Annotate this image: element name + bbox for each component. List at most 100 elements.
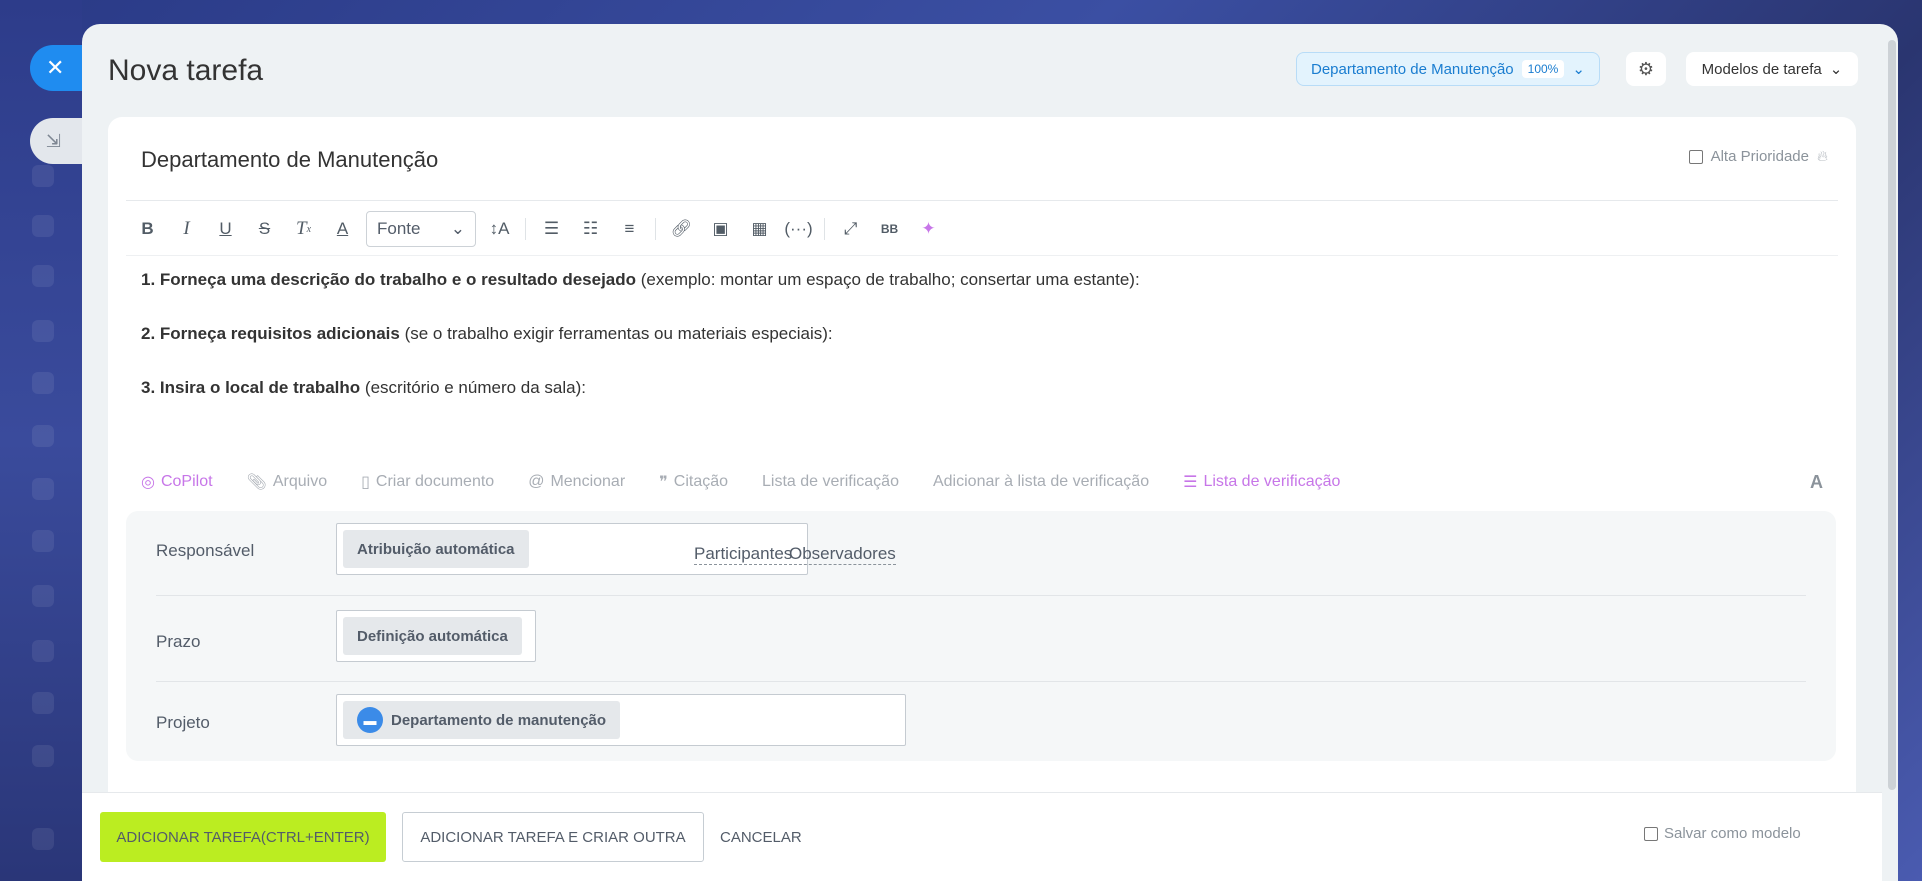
add-task-and-create-another-button[interactable]: ADICIONAR TAREFA E CRIAR OUTRA bbox=[402, 812, 704, 862]
cancel-button[interactable]: CANCELAR bbox=[720, 812, 802, 862]
sidebar-icon bbox=[32, 320, 54, 342]
sidebar-icon bbox=[32, 640, 54, 662]
task-description-editor[interactable]: 1. Forneça uma descrição do trabalho e o… bbox=[141, 269, 1140, 431]
paperclip-icon: 📎︎ bbox=[246, 474, 267, 491]
sidebar-icon bbox=[32, 478, 54, 500]
high-priority-checkbox[interactable] bbox=[1688, 149, 1703, 164]
table-button[interactable]: ▦ bbox=[740, 212, 779, 246]
close-panel-button[interactable]: ✕ bbox=[30, 45, 86, 91]
project-label: Projeto bbox=[156, 713, 210, 732]
gear-icon: ⚙ bbox=[1637, 58, 1655, 79]
row-divider bbox=[156, 595, 1806, 596]
high-priority-toggle[interactable]: Alta Prioridade 🔥︎ bbox=[1688, 148, 1828, 165]
save-as-template-label: Salvar como modelo bbox=[1664, 825, 1801, 842]
ai-image-button[interactable]: ✦ bbox=[909, 212, 948, 246]
file-button[interactable]: 📎︎ Arquivo bbox=[247, 472, 328, 492]
formatting-toggle-button[interactable]: A bbox=[1810, 472, 1823, 493]
chevron-down-icon: ⌄ bbox=[450, 219, 465, 238]
sidebar-icon bbox=[32, 745, 54, 767]
sidebar-icon bbox=[32, 425, 54, 447]
department-selector[interactable]: Departamento de Manutenção 100% ⌄ bbox=[1296, 52, 1600, 86]
strikethrough-button[interactable]: S bbox=[245, 212, 284, 246]
quote-icon: ❞ bbox=[659, 474, 668, 491]
responsible-label: Responsável bbox=[156, 541, 255, 560]
copilot-icon: ◎ bbox=[141, 474, 155, 491]
sidebar-icon bbox=[32, 372, 54, 394]
attachment-bar: ◎ CoPilot 📎︎ Arquivo ▯ Criar documento @ Men… bbox=[141, 467, 1823, 497]
sidebar-icon bbox=[32, 215, 54, 237]
task-fields: Responsável Atribuição automática Partic… bbox=[126, 511, 1836, 761]
at-icon: @ bbox=[528, 473, 545, 490]
sidebar-icon bbox=[32, 692, 54, 714]
description-line: 1. Forneça uma descrição do trabalho e o… bbox=[141, 270, 1140, 289]
link-button[interactable]: 🔗︎ bbox=[662, 212, 701, 246]
numbered-list-button[interactable]: ☰ bbox=[532, 212, 571, 246]
chevron-down-icon: ⌄ bbox=[1829, 61, 1843, 78]
description-line: 3. Insira o local de trabalho (escritóri… bbox=[141, 378, 587, 397]
footer-bar: ADICIONAR TAREFA(CTRL+ENTER) ADICIONAR T… bbox=[82, 792, 1882, 881]
font-select-label: Fonte bbox=[377, 219, 421, 238]
chevron-down-icon: ⌄ bbox=[1572, 61, 1585, 78]
row-divider bbox=[156, 681, 1806, 682]
underline-button[interactable]: U bbox=[206, 212, 245, 246]
task-templates-label: Modelos de tarefa bbox=[1701, 60, 1822, 78]
bbcode-button[interactable]: BB bbox=[870, 212, 909, 246]
fullscreen-button[interactable]: ⤢ bbox=[831, 212, 870, 246]
page-title: Nova tarefa bbox=[108, 54, 264, 87]
toolbar-divider bbox=[824, 218, 825, 240]
bold-button[interactable]: B bbox=[128, 212, 167, 246]
deadline-chip[interactable]: Definição automática bbox=[343, 617, 522, 655]
participants-link[interactable]: Participantes bbox=[694, 544, 793, 565]
scrollbar[interactable] bbox=[1888, 40, 1896, 790]
add-to-checklist-button[interactable]: Adicionar à lista de verificação bbox=[933, 473, 1149, 491]
bullet-list-button[interactable]: ☷ bbox=[571, 212, 610, 246]
checklist-ai-button[interactable]: ☰ Lista de verificação bbox=[1183, 472, 1340, 492]
observers-link[interactable]: Observadores bbox=[789, 544, 896, 565]
clear-format-button[interactable]: Tx bbox=[284, 212, 323, 246]
create-document-button[interactable]: ▯ Criar documento bbox=[361, 472, 494, 492]
sidebar-icon bbox=[32, 165, 54, 187]
department-name: Departamento de Manutenção bbox=[1311, 60, 1514, 78]
project-input[interactable]: ▬ Departamento de manutenção bbox=[336, 694, 906, 746]
font-size-button[interactable]: ↕A bbox=[480, 212, 519, 246]
folder-icon: ▬ bbox=[357, 707, 383, 733]
save-as-template-checkbox[interactable] bbox=[1644, 826, 1658, 841]
sidebar-icon bbox=[32, 265, 54, 287]
text-color-button[interactable]: A bbox=[323, 212, 362, 246]
checklist-icon: ☰ bbox=[1183, 474, 1198, 491]
task-title-input[interactable]: Departamento de Manutenção bbox=[141, 147, 438, 173]
minimize-icon: ⇲ bbox=[46, 130, 62, 151]
task-editor-card: Departamento de Manutenção Alta Priorida… bbox=[108, 117, 1856, 811]
task-templates-button[interactable]: Modelos de tarefa ⌄ bbox=[1686, 52, 1858, 86]
project-chip[interactable]: ▬ Departamento de manutenção bbox=[343, 701, 621, 739]
description-line: 2. Forneça requisitos adicionais (se o t… bbox=[141, 324, 833, 343]
mention-button[interactable]: @ Mencionar bbox=[528, 473, 625, 491]
settings-button[interactable]: ⚙ bbox=[1626, 52, 1666, 86]
close-icon: ✕ bbox=[46, 55, 65, 80]
copilot-button[interactable]: ◎ CoPilot bbox=[141, 472, 213, 492]
department-percent: 100% bbox=[1521, 60, 1565, 78]
save-as-template-toggle[interactable]: Salvar como modelo bbox=[1644, 825, 1801, 842]
font-select[interactable]: Fonte ⌄ bbox=[366, 211, 476, 247]
sidebar-icon bbox=[32, 585, 54, 607]
checklist-button[interactable]: Lista de verificação bbox=[762, 473, 899, 491]
add-task-button[interactable]: ADICIONAR TAREFA(CTRL+ENTER) bbox=[100, 812, 386, 862]
toolbar-divider bbox=[655, 218, 656, 240]
task-slider-panel: Nova tarefa Departamento de Manutenção 1… bbox=[82, 24, 1898, 881]
italic-button[interactable]: I bbox=[167, 212, 206, 246]
toolbar-divider bbox=[525, 218, 526, 240]
editor-toolbar: B I U S Tx A Fonte ⌄ ↕A ☰ ☷ ≡ 🔗︎ ▣ ▦ (··… bbox=[128, 209, 948, 249]
flame-icon: 🔥︎ bbox=[1816, 148, 1828, 165]
quote-button[interactable]: ❞ Citação bbox=[659, 472, 728, 492]
code-button[interactable]: (···) bbox=[779, 212, 818, 246]
divider bbox=[126, 255, 1838, 256]
image-button[interactable]: ▣ bbox=[701, 212, 740, 246]
sidebar-icon bbox=[32, 530, 54, 552]
sidebar-icon bbox=[32, 828, 54, 850]
deadline-input[interactable]: Definição automática bbox=[336, 610, 536, 662]
align-button[interactable]: ≡ bbox=[610, 212, 649, 246]
deadline-label: Prazo bbox=[156, 632, 201, 651]
collapse-panel-button[interactable]: ⇲ bbox=[30, 118, 86, 164]
responsible-chip[interactable]: Atribuição automática bbox=[343, 530, 529, 568]
high-priority-label: Alta Prioridade bbox=[1710, 148, 1809, 165]
